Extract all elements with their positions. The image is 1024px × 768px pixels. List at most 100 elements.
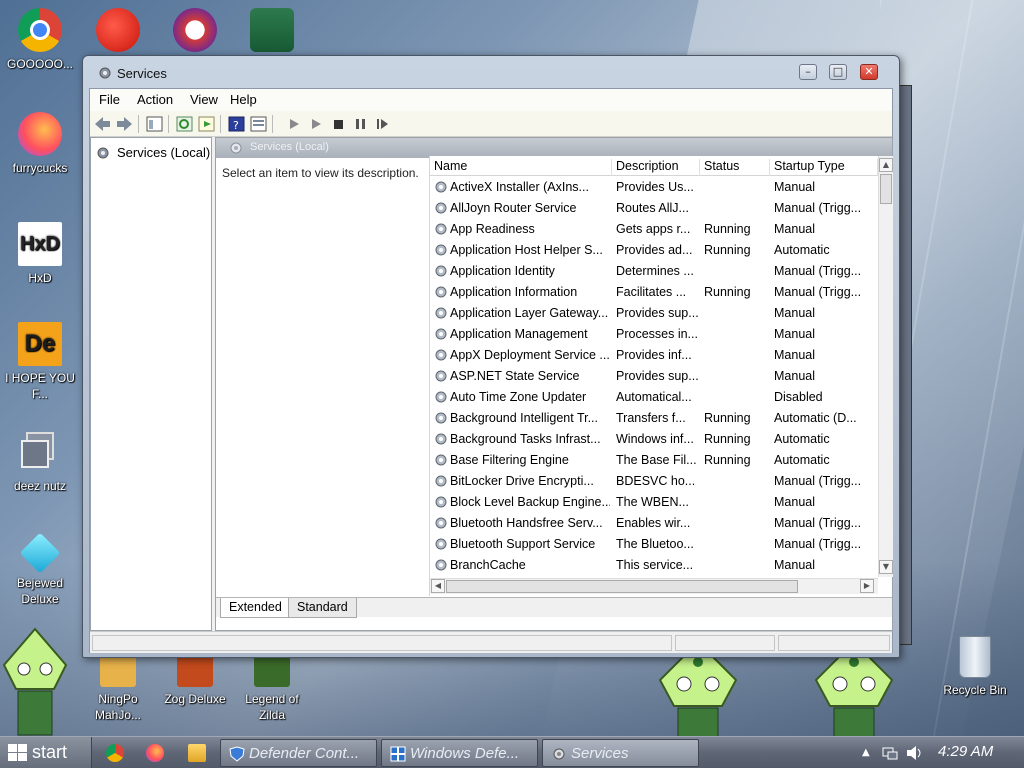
column-description[interactable]: Description [612, 159, 700, 176]
table-row[interactable]: ActiveX Installer (AxIns... Provides Us..… [430, 177, 878, 198]
desktop-icon-hxd[interactable]: HxD HxD [0, 222, 80, 286]
table-row[interactable]: Base Filtering Engine The Base Fil... Runn… [430, 450, 878, 471]
close-button[interactable]: ✕ [860, 64, 878, 80]
desktop-icon-deez[interactable]: deez nutz [0, 430, 80, 494]
horizontal-scrollbar[interactable]: ◀ ▶ [430, 578, 878, 594]
column-status[interactable]: Status [700, 159, 770, 176]
scroll-thumb[interactable] [880, 174, 892, 204]
services-window[interactable]: Services – □ ✕ File Action View Help ? S… [82, 55, 900, 658]
scroll-left-button[interactable]: ◀ [431, 579, 445, 593]
service-name: AllJoyn Router Service [450, 201, 577, 215]
desktop-icon-label: Recycle Bin [943, 683, 1007, 697]
menu-view[interactable]: View [190, 92, 218, 107]
table-row[interactable]: Application Identity Determines ... Manual… [430, 261, 878, 282]
desktop-icon-zilda[interactable]: Legend of Zilda [232, 655, 312, 723]
table-row[interactable]: App Readiness Gets apps r... Running Manual [430, 219, 878, 240]
horizontal-scroll-thumb[interactable] [446, 580, 798, 593]
resume-service-icon[interactable] [308, 116, 325, 132]
maximize-button[interactable]: □ [829, 64, 847, 80]
pause-service-icon[interactable] [352, 116, 369, 132]
scroll-down-button[interactable]: ▼ [879, 560, 893, 574]
title-bar[interactable]: Services – □ ✕ [83, 56, 899, 89]
vertical-scrollbar[interactable]: ▲ ▼ [878, 156, 893, 577]
tree-item-services-local[interactable]: Services (Local) [95, 145, 210, 164]
table-row[interactable]: BranchCache This service... Manual [430, 555, 878, 576]
restart-service-icon[interactable] [374, 116, 391, 132]
gear-icon [435, 391, 447, 403]
table-row[interactable]: ASP.NET State Service Provides sup... Manu… [430, 366, 878, 387]
table-row[interactable]: Application Layer Gateway... Provides sup… [430, 303, 878, 324]
de-logo-icon: De [18, 322, 62, 366]
task-label: Defender Cont... [249, 745, 360, 762]
table-row[interactable]: Bluetooth Support Service The Bluetoo... M… [430, 534, 878, 555]
desktop-icon-de[interactable]: De I HOPE YOU F... [0, 322, 80, 402]
table-row[interactable]: BitLocker Drive Encrypti... BDESVC ho... M… [430, 471, 878, 492]
table-row[interactable]: Auto Time Zone Updater Automatical... Disa… [430, 387, 878, 408]
start-service-icon[interactable] [286, 116, 303, 132]
scroll-up-button[interactable]: ▲ [879, 158, 893, 172]
service-description: Transfers f... [616, 411, 686, 425]
stop-service-icon[interactable] [330, 116, 347, 132]
gear-icon [435, 496, 447, 508]
desktop-icon-bejeweled[interactable]: Bejewed Deluxe [0, 532, 80, 607]
clock[interactable]: 4:29 AM [938, 743, 993, 760]
refresh-icon[interactable] [176, 116, 193, 132]
service-status: Running [704, 285, 751, 299]
show-hide-tree-icon[interactable] [146, 116, 163, 132]
task-defender-control[interactable]: Defender Cont... [220, 739, 377, 767]
desktop-icon-zog[interactable]: Zog Deluxe [155, 655, 235, 707]
table-row[interactable]: AppX Deployment Service ... Provides inf.… [430, 345, 878, 366]
service-description: Provides sup... [616, 369, 699, 383]
table-row[interactable]: Background Tasks Infrast... Windows inf..… [430, 429, 878, 450]
forward-arrow-icon[interactable] [116, 116, 133, 132]
help-icon[interactable]: ? [228, 116, 245, 132]
tab-extended[interactable]: Extended [220, 598, 291, 618]
tab-standard[interactable]: Standard [288, 598, 357, 618]
show-hidden-icons-icon[interactable]: ▲ [862, 747, 870, 758]
chrome-icon[interactable] [106, 744, 124, 762]
desktop-icon-p-game[interactable] [155, 8, 235, 56]
desktop-icon-label: furrycucks [12, 161, 68, 175]
menu-action[interactable]: Action [137, 92, 173, 107]
table-row[interactable]: Application Information Facilitates ... Ru… [430, 282, 878, 303]
folder-icon[interactable] [188, 744, 206, 762]
desktop-icon-chrome[interactable]: GOOOOO... [0, 8, 80, 72]
gear-icon [435, 412, 447, 424]
desktop-icon-red-creature[interactable] [78, 8, 158, 56]
table-row[interactable]: Bluetooth Handsfree Serv... Enables wir..… [430, 513, 878, 534]
desktop-icon-ningpo[interactable]: NingPo MahJo... [78, 655, 158, 723]
service-description: Automatical... [616, 390, 692, 404]
start-button[interactable]: start [0, 737, 92, 768]
properties-icon[interactable] [250, 116, 267, 132]
firefox-icon[interactable] [146, 744, 164, 762]
column-name[interactable]: Name [430, 159, 612, 176]
table-row[interactable]: Application Host Helper S... Provides ad.… [430, 240, 878, 261]
description-hint: Select an item to view its description. [222, 166, 419, 180]
task-services[interactable]: Services [542, 739, 699, 767]
network-icon[interactable] [882, 745, 898, 761]
service-startup-type: Manual (Trigg... [774, 285, 862, 299]
desktop-icon-firefox[interactable]: furrycucks [0, 112, 80, 176]
services-list[interactable]: Name Description Status Startup Type Act… [429, 156, 893, 596]
table-row[interactable]: Block Level Backup Engine... The WBEN... M… [430, 492, 878, 513]
scroll-right-button[interactable]: ▶ [860, 579, 874, 593]
minimize-button[interactable]: – [799, 64, 817, 80]
task-label: Windows Defe... [410, 745, 520, 762]
menu-file[interactable]: File [99, 92, 120, 107]
menu-help[interactable]: Help [230, 92, 257, 107]
service-startup-type: Disabled [774, 390, 823, 404]
table-row[interactable]: Background Intelligent Tr... Transfers f.… [430, 408, 878, 429]
gear-icon [435, 454, 447, 466]
service-startup-type: Manual [774, 558, 815, 572]
back-arrow-icon[interactable] [94, 116, 111, 132]
table-row[interactable]: Application Management Processes in... Man… [430, 324, 878, 345]
desktop-icon-label: GOOOOO... [6, 57, 73, 71]
volume-icon[interactable] [906, 745, 924, 761]
column-startup-type[interactable]: Startup Type [770, 159, 878, 176]
service-status: Running [704, 222, 751, 236]
export-list-icon[interactable] [198, 116, 215, 132]
task-windows-defender[interactable]: Windows Defe... [381, 739, 538, 767]
table-row[interactable]: AllJoyn Router Service Routes AllJ... Manu… [430, 198, 878, 219]
desktop-icon-recycle-bin[interactable]: Recycle Bin [935, 636, 1015, 698]
desktop-icon-santa[interactable] [232, 8, 312, 56]
